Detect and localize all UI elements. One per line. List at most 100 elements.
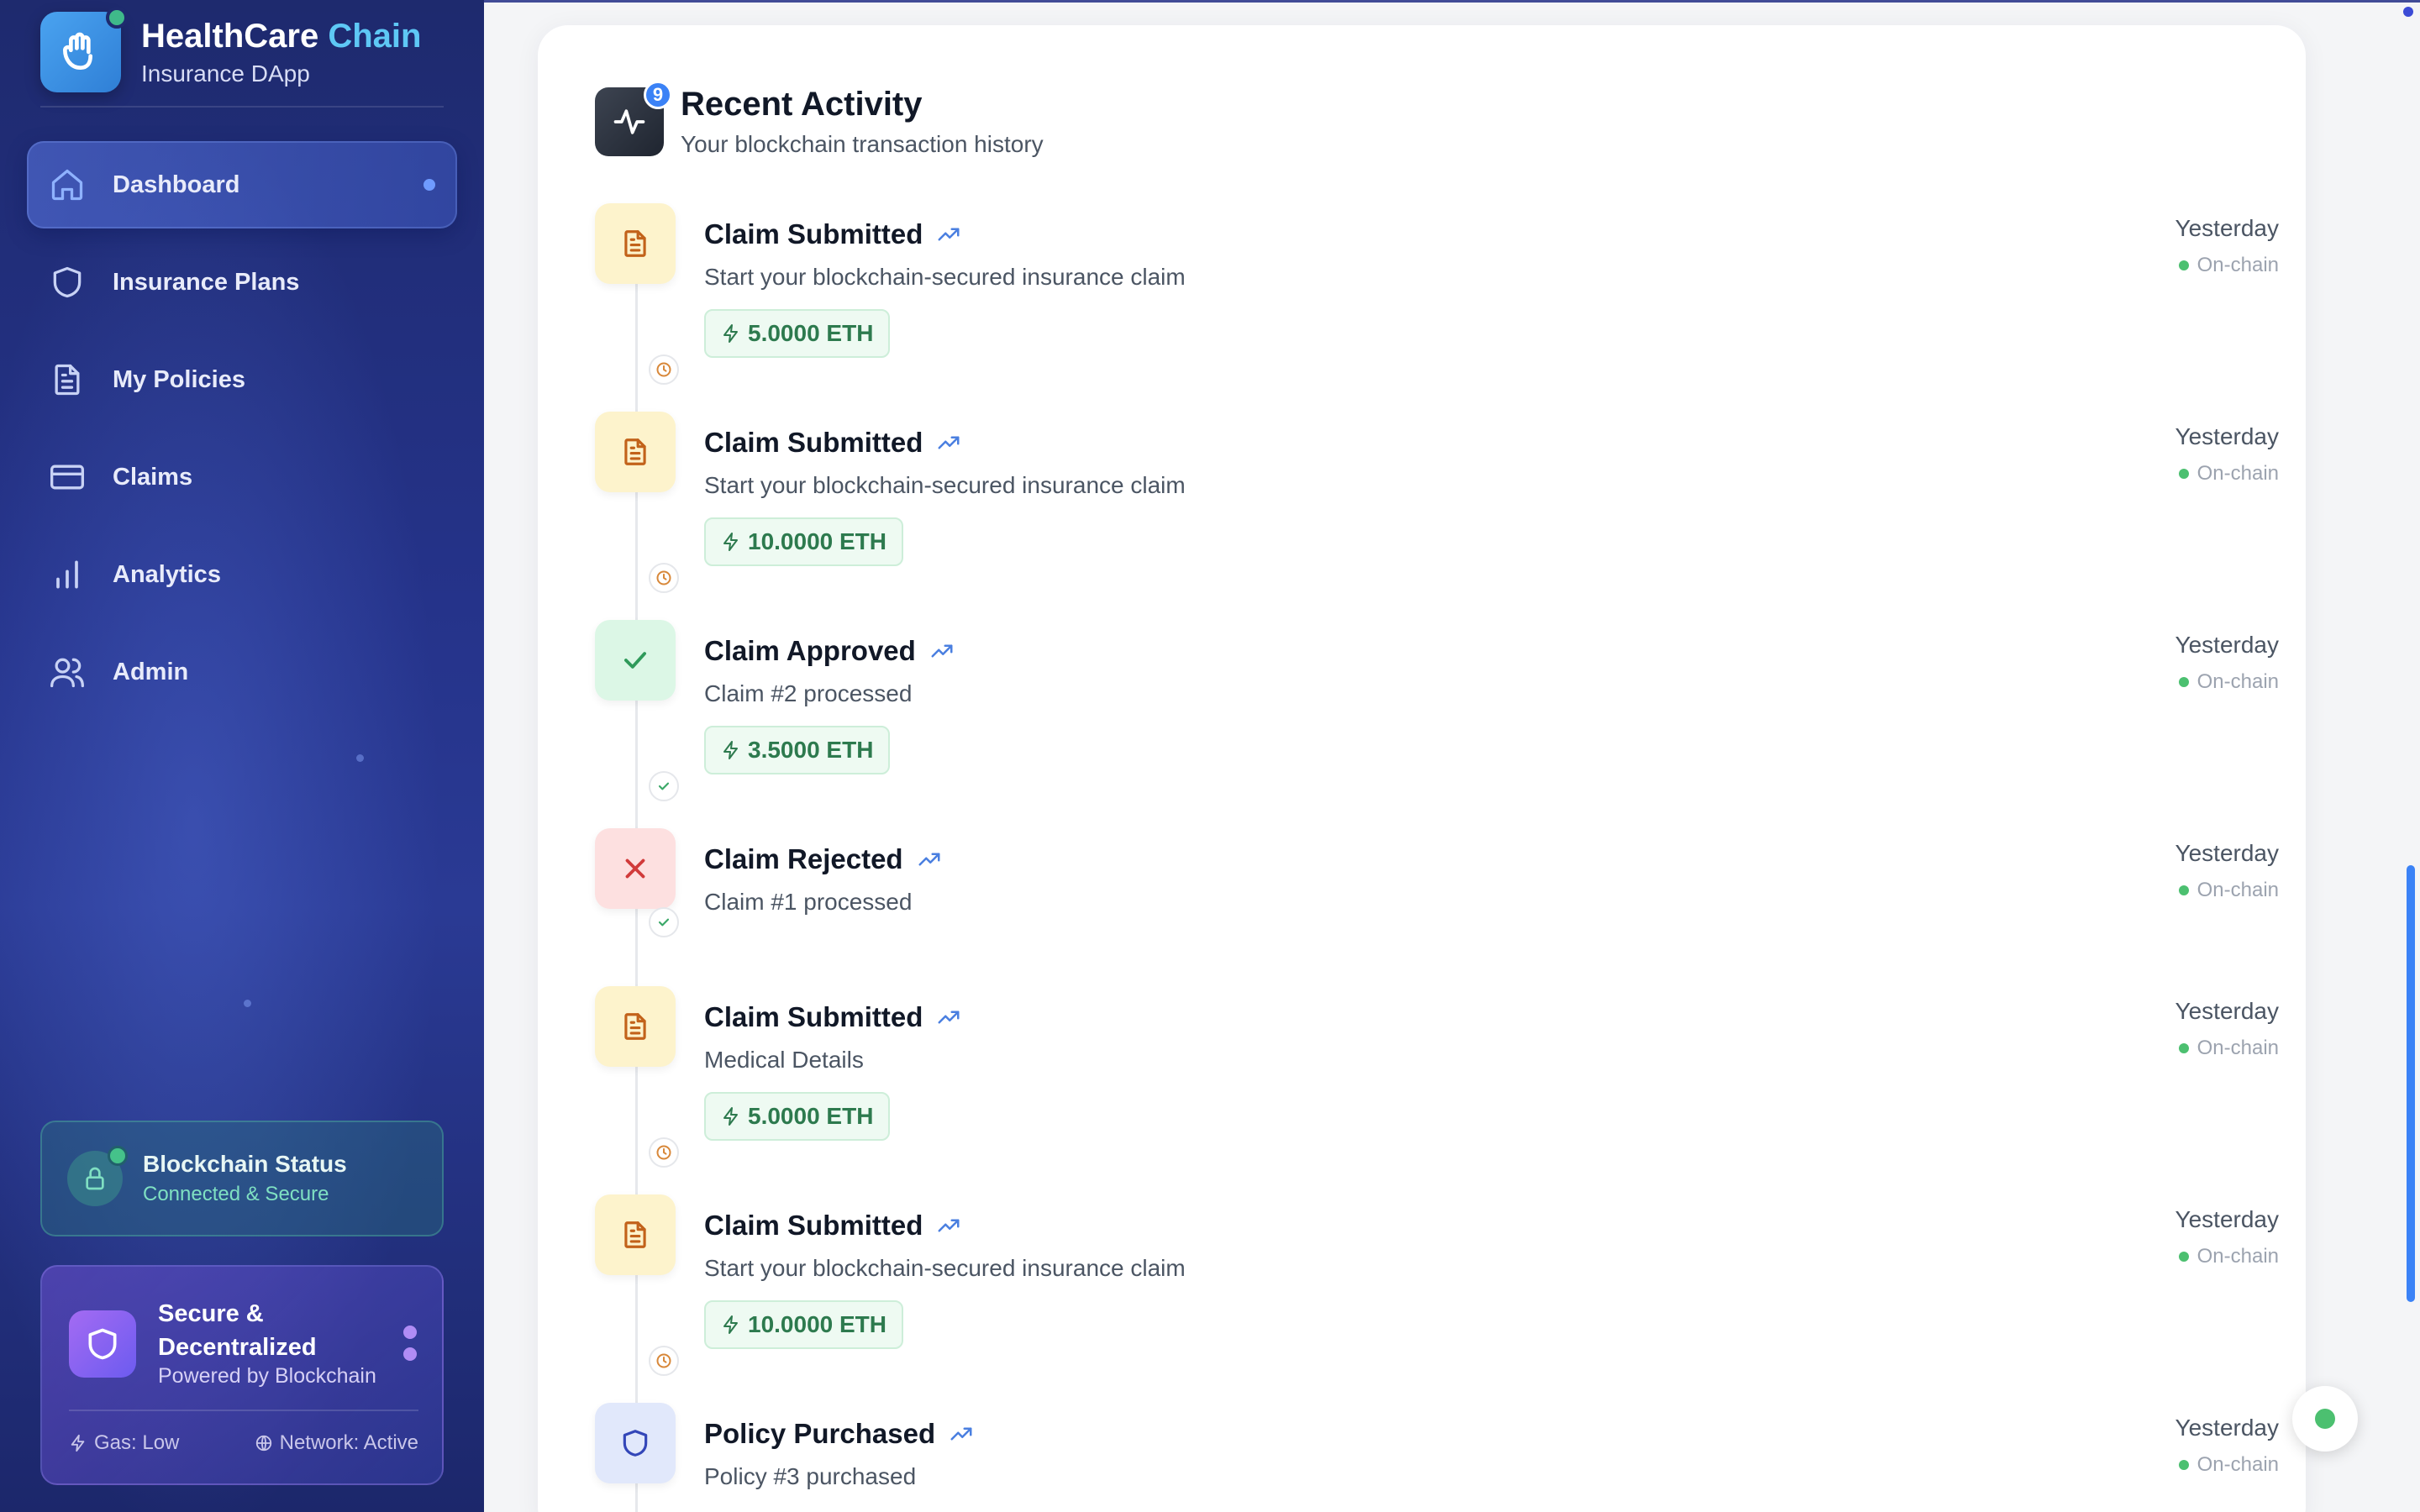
secure-subtitle: Powered by Blockchain [158,1364,376,1388]
floating-status-button[interactable] [2292,1386,2358,1452]
clock-icon [649,563,679,593]
status-dots [403,1326,417,1369]
check-circle-icon [649,771,679,801]
trending-up-icon [938,1011,960,1024]
activity-time: Yesterday [2175,215,2280,241]
recent-activity-card: 9 Recent Activity Your blockchain transa… [538,25,2306,1512]
trending-up-icon [938,436,960,449]
document-icon [595,986,676,1067]
secure-decentralized-card: Secure & Decentralized Powered by Blockc… [40,1265,444,1485]
brand-logo [40,7,128,92]
bar-chart-icon [47,554,87,595]
brand-title: HealthCare Chain [141,17,422,55]
clock-icon [649,1137,679,1168]
main-content: 9 Recent Activity Your blockchain transa… [484,0,2420,1512]
activity-description: Policy #3 purchased [704,1463,917,1489]
lightning-icon [723,1315,738,1334]
lightning-icon [723,533,738,551]
sidebar-item-admin[interactable]: Admin [27,628,457,716]
onchain-status: On-chain [2178,1245,2279,1268]
brand[interactable]: HealthCare Chain Insurance DApp [40,7,422,92]
users-icon [47,652,87,692]
onchain-status: On-chain [2178,1037,2279,1060]
blockchain-status-card[interactable]: Blockchain Status Connected & Secure [40,1121,444,1236]
sidebar-item-dashboard[interactable]: Dashboard [27,141,457,228]
corner-indicator [2403,7,2413,17]
activity-time: Yesterday [2175,423,2280,449]
sidebar-item-label: My Policies [113,365,245,393]
activity-description: Start your blockchain-secured insurance … [704,1255,1186,1281]
globe-icon [255,1435,271,1452]
activity-time: Yesterday [2175,998,2280,1024]
activity-description: Start your blockchain-secured insurance … [704,264,1186,290]
sidebar-item-insurance-plans[interactable]: Insurance Plans [27,239,457,326]
activity-title: Claim Rejected [704,843,942,875]
onchain-status: On-chain [2178,1453,2279,1477]
network-status: Network: Active [255,1431,418,1455]
status-indicator [2315,1409,2335,1429]
onchain-status: On-chain [2178,670,2279,694]
sidebar: HealthCare Chain Insurance DApp Dashboar… [0,0,484,1512]
amount-badge: 10.0000 ETH [704,517,903,566]
trending-up-icon [950,1427,972,1441]
sidebar-item-analytics[interactable]: Analytics [27,531,457,618]
secure-title: Secure & Decentralized [158,1300,317,1361]
activity-title: Policy Purchased [704,1418,974,1450]
sidebar-item-label: Claims [113,463,193,491]
active-indicator [424,179,435,191]
trending-up-icon [938,228,960,241]
amount-badge: 3.5000 ETH [704,726,891,774]
brand-subtitle: Insurance DApp [141,60,310,87]
document-icon [47,360,87,400]
sidebar-item-claims[interactable]: Claims [27,433,457,521]
shield-icon [595,1403,676,1483]
activity-title: Claim Submitted [704,218,961,250]
section-subtitle: Your blockchain transaction history [681,131,1044,157]
activity-title: Claim Submitted [704,1001,961,1033]
amount-badge: 5.0000 ETH [704,1092,891,1141]
document-icon [595,1194,676,1275]
top-border [484,0,2420,3]
divider [40,106,444,108]
sidebar-item-my-policies[interactable]: My Policies [27,336,457,423]
lightning-icon [723,741,738,759]
decorative-dot [244,1000,251,1007]
document-icon [595,203,676,284]
activity-time: Yesterday [2175,840,2280,866]
divider [69,1410,418,1411]
blockchain-status-title: Blockchain Status [143,1151,347,1177]
blockchain-status-subtitle: Connected & Secure [143,1183,329,1205]
activity-description: Start your blockchain-secured insurance … [704,472,1186,498]
activity-description: Claim #1 processed [704,889,913,915]
check-icon [595,620,676,701]
decorative-dot [356,754,364,762]
section-title: Recent Activity [681,86,923,123]
lightning-icon [723,324,738,343]
hand-heart-icon [63,32,92,70]
trending-up-icon [931,644,953,658]
lightning-icon [723,1107,738,1126]
lock-icon [67,1146,128,1206]
amount-badge: 10.0000 ETH [704,1300,903,1349]
onchain-status: On-chain [2178,879,2279,902]
activity-title: Claim Approved [704,635,955,667]
trending-up-icon [938,1219,960,1232]
onchain-status: On-chain [2178,462,2279,486]
trending-up-icon [918,853,940,866]
scrollbar-thumb[interactable] [2407,865,2415,1302]
sidebar-item-label: Dashboard [113,171,240,198]
activity-description: Claim #2 processed [704,680,913,706]
status-dot [106,7,128,29]
clock-icon [649,1346,679,1376]
check-circle-icon [649,907,679,937]
shield-icon [69,1310,136,1378]
credit-card-icon [47,457,87,497]
activity-description: Medical Details [704,1047,864,1073]
shield-icon [47,262,87,302]
close-icon [595,828,676,909]
sidebar-item-label: Analytics [113,560,221,588]
onchain-status: On-chain [2178,254,2279,277]
activity-time: Yesterday [2175,1415,2280,1441]
activity-title: Claim Submitted [704,1210,961,1242]
gas-status: Gas: Low [69,1431,179,1455]
